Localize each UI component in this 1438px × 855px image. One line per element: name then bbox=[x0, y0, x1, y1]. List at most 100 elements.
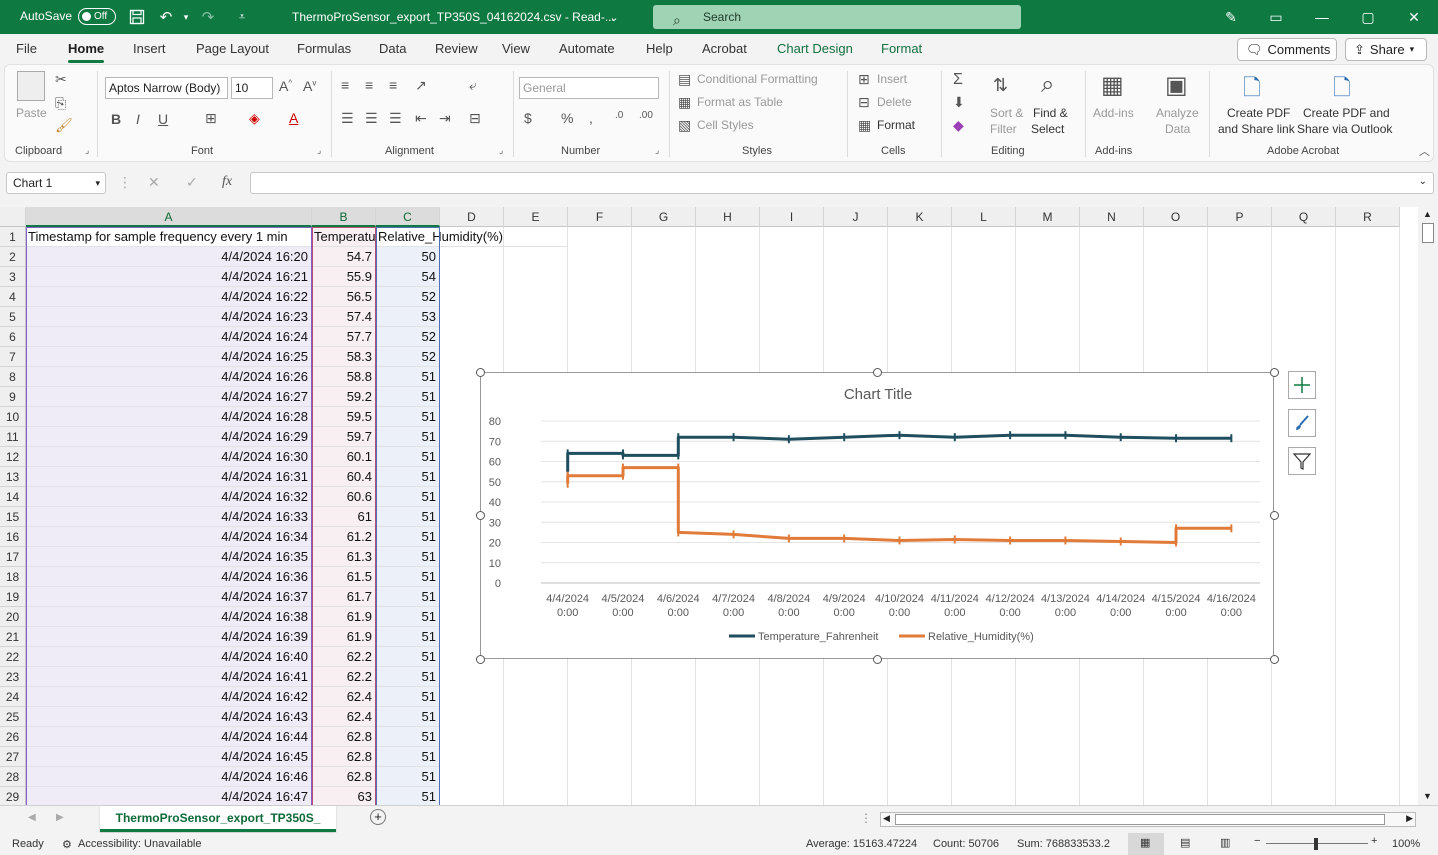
status-count[interactable]: Count: 50706 bbox=[933, 838, 999, 850]
comments-button[interactable]: 🗨 Comments bbox=[1237, 38, 1337, 61]
cell-a16[interactable]: 4/4/2024 16:34 bbox=[26, 527, 312, 547]
cell-a8[interactable]: 4/4/2024 16:26 bbox=[26, 367, 312, 387]
column-header-k[interactable]: K bbox=[888, 207, 952, 227]
document-title[interactable]: ThermoProSensor_export_TP350S_04162024.c… bbox=[292, 10, 615, 24]
cell-c19[interactable]: 51 bbox=[376, 587, 440, 607]
clipboard-launcher-icon[interactable]: ⌟ bbox=[85, 145, 89, 156]
cell-b24[interactable]: 62.4 bbox=[312, 687, 376, 707]
scroll-down-icon[interactable]: ▼ bbox=[1423, 791, 1432, 801]
cell-b8[interactable]: 58.8 bbox=[312, 367, 376, 387]
cell-a26[interactable]: 4/4/2024 16:44 bbox=[26, 727, 312, 747]
cell-c14[interactable]: 51 bbox=[376, 487, 440, 507]
cell-a2[interactable]: 4/4/2024 16:20 bbox=[26, 247, 312, 267]
pen-icon[interactable]: ✎ bbox=[1208, 0, 1254, 34]
chart-resize-handle[interactable] bbox=[873, 368, 882, 377]
cell-b4[interactable]: 56.5 bbox=[312, 287, 376, 307]
hscroll-thumb[interactable] bbox=[895, 814, 1385, 825]
line-chart[interactable]: Chart Title 0 10 20 30 40 50 60 70 80 4/4/2024 0:00… bbox=[480, 372, 1274, 659]
decrease-font-icon[interactable]: Av bbox=[303, 78, 316, 94]
cancel-icon[interactable]: ✕ bbox=[148, 174, 160, 191]
ribbon-display-icon[interactable]: ▭ bbox=[1253, 0, 1299, 34]
save-icon[interactable] bbox=[127, 7, 147, 27]
next-sheet-icon[interactable]: ▶ bbox=[56, 812, 64, 823]
prev-sheet-icon[interactable]: ◀ bbox=[28, 812, 36, 823]
column-header-a[interactable]: A bbox=[26, 207, 312, 227]
create-pdf-outlook-label-1[interactable]: Create PDF and bbox=[1303, 106, 1390, 120]
row-header[interactable]: 24 bbox=[0, 687, 26, 707]
column-header-p[interactable]: P bbox=[1208, 207, 1272, 227]
cell-c21[interactable]: 51 bbox=[376, 627, 440, 647]
cell-b26[interactable]: 62.8 bbox=[312, 727, 376, 747]
cell-a15[interactable]: 4/4/2024 16:33 bbox=[26, 507, 312, 527]
cell-a9[interactable]: 4/4/2024 16:27 bbox=[26, 387, 312, 407]
orientation-icon[interactable]: ↗ bbox=[415, 77, 427, 94]
cell-c1[interactable]: Relative_Humidity(%) bbox=[376, 227, 568, 247]
cell-b20[interactable]: 61.9 bbox=[312, 607, 376, 627]
format-as-table-button[interactable]: Format as Table bbox=[697, 95, 783, 109]
align-center-icon[interactable]: ☰ bbox=[365, 110, 378, 127]
analyze-data-label-1[interactable]: Analyze bbox=[1156, 106, 1199, 120]
column-header-l[interactable]: L bbox=[952, 207, 1016, 227]
cell-c16[interactable]: 51 bbox=[376, 527, 440, 547]
horizontal-scrollbar[interactable]: ◀ ▶ bbox=[880, 812, 1416, 827]
cell-a4[interactable]: 4/4/2024 16:22 bbox=[26, 287, 312, 307]
add-sheet-icon[interactable]: + bbox=[370, 809, 386, 825]
cell-c11[interactable]: 51 bbox=[376, 427, 440, 447]
merge-center-icon[interactable]: ⊟ bbox=[469, 110, 481, 127]
font-color-icon[interactable]: A bbox=[289, 110, 298, 126]
cell-b3[interactable]: 55.9 bbox=[312, 267, 376, 287]
chart-resize-handle[interactable] bbox=[476, 511, 485, 520]
tab-automate[interactable]: Automate bbox=[559, 41, 615, 56]
row-header[interactable]: 21 bbox=[0, 627, 26, 647]
paste-label[interactable]: Paste bbox=[16, 106, 47, 120]
cell-a12[interactable]: 4/4/2024 16:30 bbox=[26, 447, 312, 467]
create-pdf-link-label-1[interactable]: Create PDF bbox=[1227, 106, 1290, 120]
autosum-icon[interactable]: Σ bbox=[953, 71, 963, 89]
select-all-corner[interactable] bbox=[0, 207, 26, 227]
cell-b16[interactable]: 61.2 bbox=[312, 527, 376, 547]
cell-b15[interactable]: 61 bbox=[312, 507, 376, 527]
fill-color-icon[interactable]: ◈ bbox=[249, 110, 260, 127]
column-header-g[interactable]: G bbox=[632, 207, 696, 227]
autosave-toggle[interactable]: Off bbox=[78, 8, 116, 25]
delete-cells-button[interactable]: Delete bbox=[877, 95, 912, 109]
decrease-indent-icon[interactable]: ⇤ bbox=[415, 110, 427, 127]
align-left-icon[interactable]: ☰ bbox=[341, 110, 354, 127]
insert-cells-button[interactable]: Insert bbox=[877, 72, 907, 86]
cell-a11[interactable]: 4/4/2024 16:29 bbox=[26, 427, 312, 447]
sheet-tab-active[interactable]: ThermoProSensor_export_TP350S_ bbox=[100, 806, 336, 832]
cell-a6[interactable]: 4/4/2024 16:24 bbox=[26, 327, 312, 347]
format-cells-button[interactable]: Format bbox=[877, 118, 915, 132]
comma-icon[interactable]: , bbox=[589, 110, 593, 126]
percent-icon[interactable]: % bbox=[561, 110, 573, 126]
cell-b23[interactable]: 62.2 bbox=[312, 667, 376, 687]
maximize-button[interactable]: ▢ bbox=[1345, 0, 1391, 34]
row-header[interactable]: 23 bbox=[0, 667, 26, 687]
tab-format[interactable]: Format bbox=[881, 41, 922, 56]
row-header[interactable]: 20 bbox=[0, 607, 26, 627]
row-header[interactable]: 1 bbox=[0, 227, 26, 247]
row-header[interactable]: 27 bbox=[0, 747, 26, 767]
row-header[interactable]: 15 bbox=[0, 507, 26, 527]
align-right-icon[interactable]: ☰ bbox=[389, 110, 402, 127]
cell-a7[interactable]: 4/4/2024 16:25 bbox=[26, 347, 312, 367]
row-header[interactable]: 28 bbox=[0, 767, 26, 787]
cell-c17[interactable]: 51 bbox=[376, 547, 440, 567]
accessibility-icon[interactable]: ⚙ bbox=[62, 838, 72, 851]
sort-filter-label-1[interactable]: Sort & bbox=[990, 106, 1023, 120]
page-break-view-icon[interactable]: ▥ bbox=[1220, 836, 1230, 849]
column-header-i[interactable]: I bbox=[760, 207, 824, 227]
customize-qat-icon[interactable]: ⩡ bbox=[232, 7, 252, 27]
undo-dropdown-icon[interactable]: ▾ bbox=[176, 7, 196, 27]
format-painter-icon[interactable]: 🖌 bbox=[55, 117, 73, 134]
cell-a10[interactable]: 4/4/2024 16:28 bbox=[26, 407, 312, 427]
row-header[interactable]: 29 bbox=[0, 787, 26, 805]
tab-formulas[interactable]: Formulas bbox=[297, 41, 351, 56]
column-header-r[interactable]: R bbox=[1336, 207, 1400, 227]
cell-b7[interactable]: 58.3 bbox=[312, 347, 376, 367]
alignment-launcher-icon[interactable]: ⌟ bbox=[499, 145, 503, 156]
redo-icon[interactable]: ↷ bbox=[198, 7, 218, 27]
cell-c8[interactable]: 51 bbox=[376, 367, 440, 387]
enter-icon[interactable]: ✓ bbox=[186, 174, 198, 191]
row-header[interactable]: 9 bbox=[0, 387, 26, 407]
